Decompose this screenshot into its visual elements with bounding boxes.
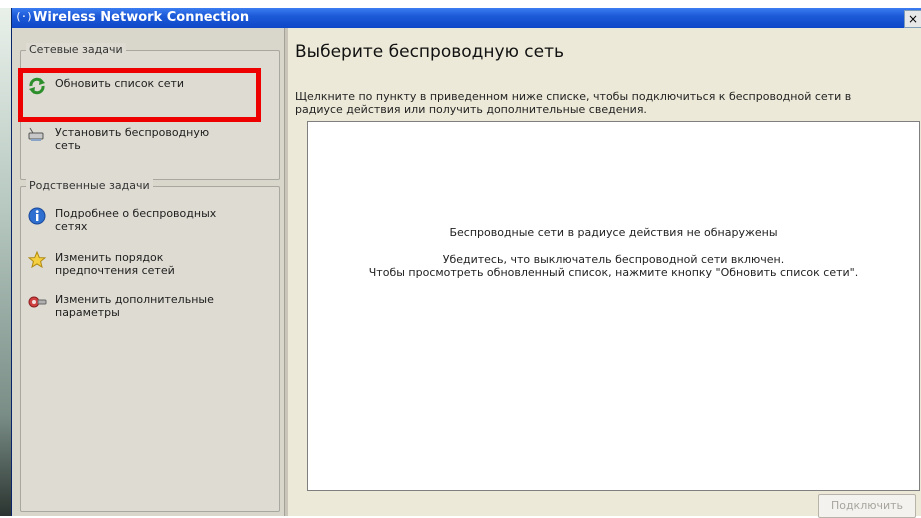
related-tasks-title: Родственные задачи (26, 179, 153, 192)
info-icon (27, 207, 47, 225)
desktop-background-strip (0, 8, 11, 516)
change-network-order-label: Изменить порядок предпочтения сетей (55, 251, 175, 277)
network-selection-pane: Выберите беспроводную сеть Щелкните по п… (288, 28, 921, 518)
task-pane: Сетевые задачи Обновить список сети Уста… (12, 28, 284, 516)
wireless-network-window: (·) Wireless Network Connection × Сетевы… (11, 8, 921, 518)
wireless-setup-icon (27, 126, 47, 144)
connect-button[interactable]: Подключить (818, 494, 916, 518)
star-icon (27, 251, 47, 269)
instructions-text: Щелкните по пункту в приведенном ниже сп… (295, 90, 852, 116)
title-bar[interactable]: (·) Wireless Network Connection × (12, 8, 921, 28)
settings-icon (27, 293, 47, 311)
page-title: Выберите беспроводную сеть (295, 42, 565, 62)
refresh-hint-message: Чтобы просмотреть обновленный список, на… (368, 266, 859, 279)
learn-about-wireless-label: Подробнее о беспроводных сетях (55, 207, 217, 233)
wireless-icon: (·) (15, 10, 33, 23)
setup-wireless-network-label: Установить беспроводную сеть (55, 126, 210, 152)
change-advanced-settings-task[interactable]: Изменить дополнительные параметры (27, 293, 237, 319)
change-network-order-task[interactable]: Изменить порядок предпочтения сетей (27, 251, 237, 277)
close-button[interactable]: × (904, 10, 921, 28)
related-tasks-group: Родственные задачи Подробнее о беспровод… (20, 179, 280, 512)
change-advanced-settings-label: Изменить дополнительные параметры (55, 293, 214, 319)
available-networks-list[interactable]: Беспроводные сети в радиусе действия не … (307, 121, 920, 491)
switch-hint-message: Убедитесь, что выключатель беспроводной … (442, 253, 785, 266)
setup-wireless-network-task[interactable]: Установить беспроводную сеть (27, 126, 227, 152)
no-networks-message: Беспроводные сети в радиусе действия не … (449, 226, 778, 239)
window-title: Wireless Network Connection (33, 10, 250, 25)
learn-about-wireless-task[interactable]: Подробнее о беспроводных сетях (27, 207, 237, 233)
highlight-annotation (18, 68, 261, 122)
network-tasks-title: Сетевые задачи (26, 43, 126, 56)
